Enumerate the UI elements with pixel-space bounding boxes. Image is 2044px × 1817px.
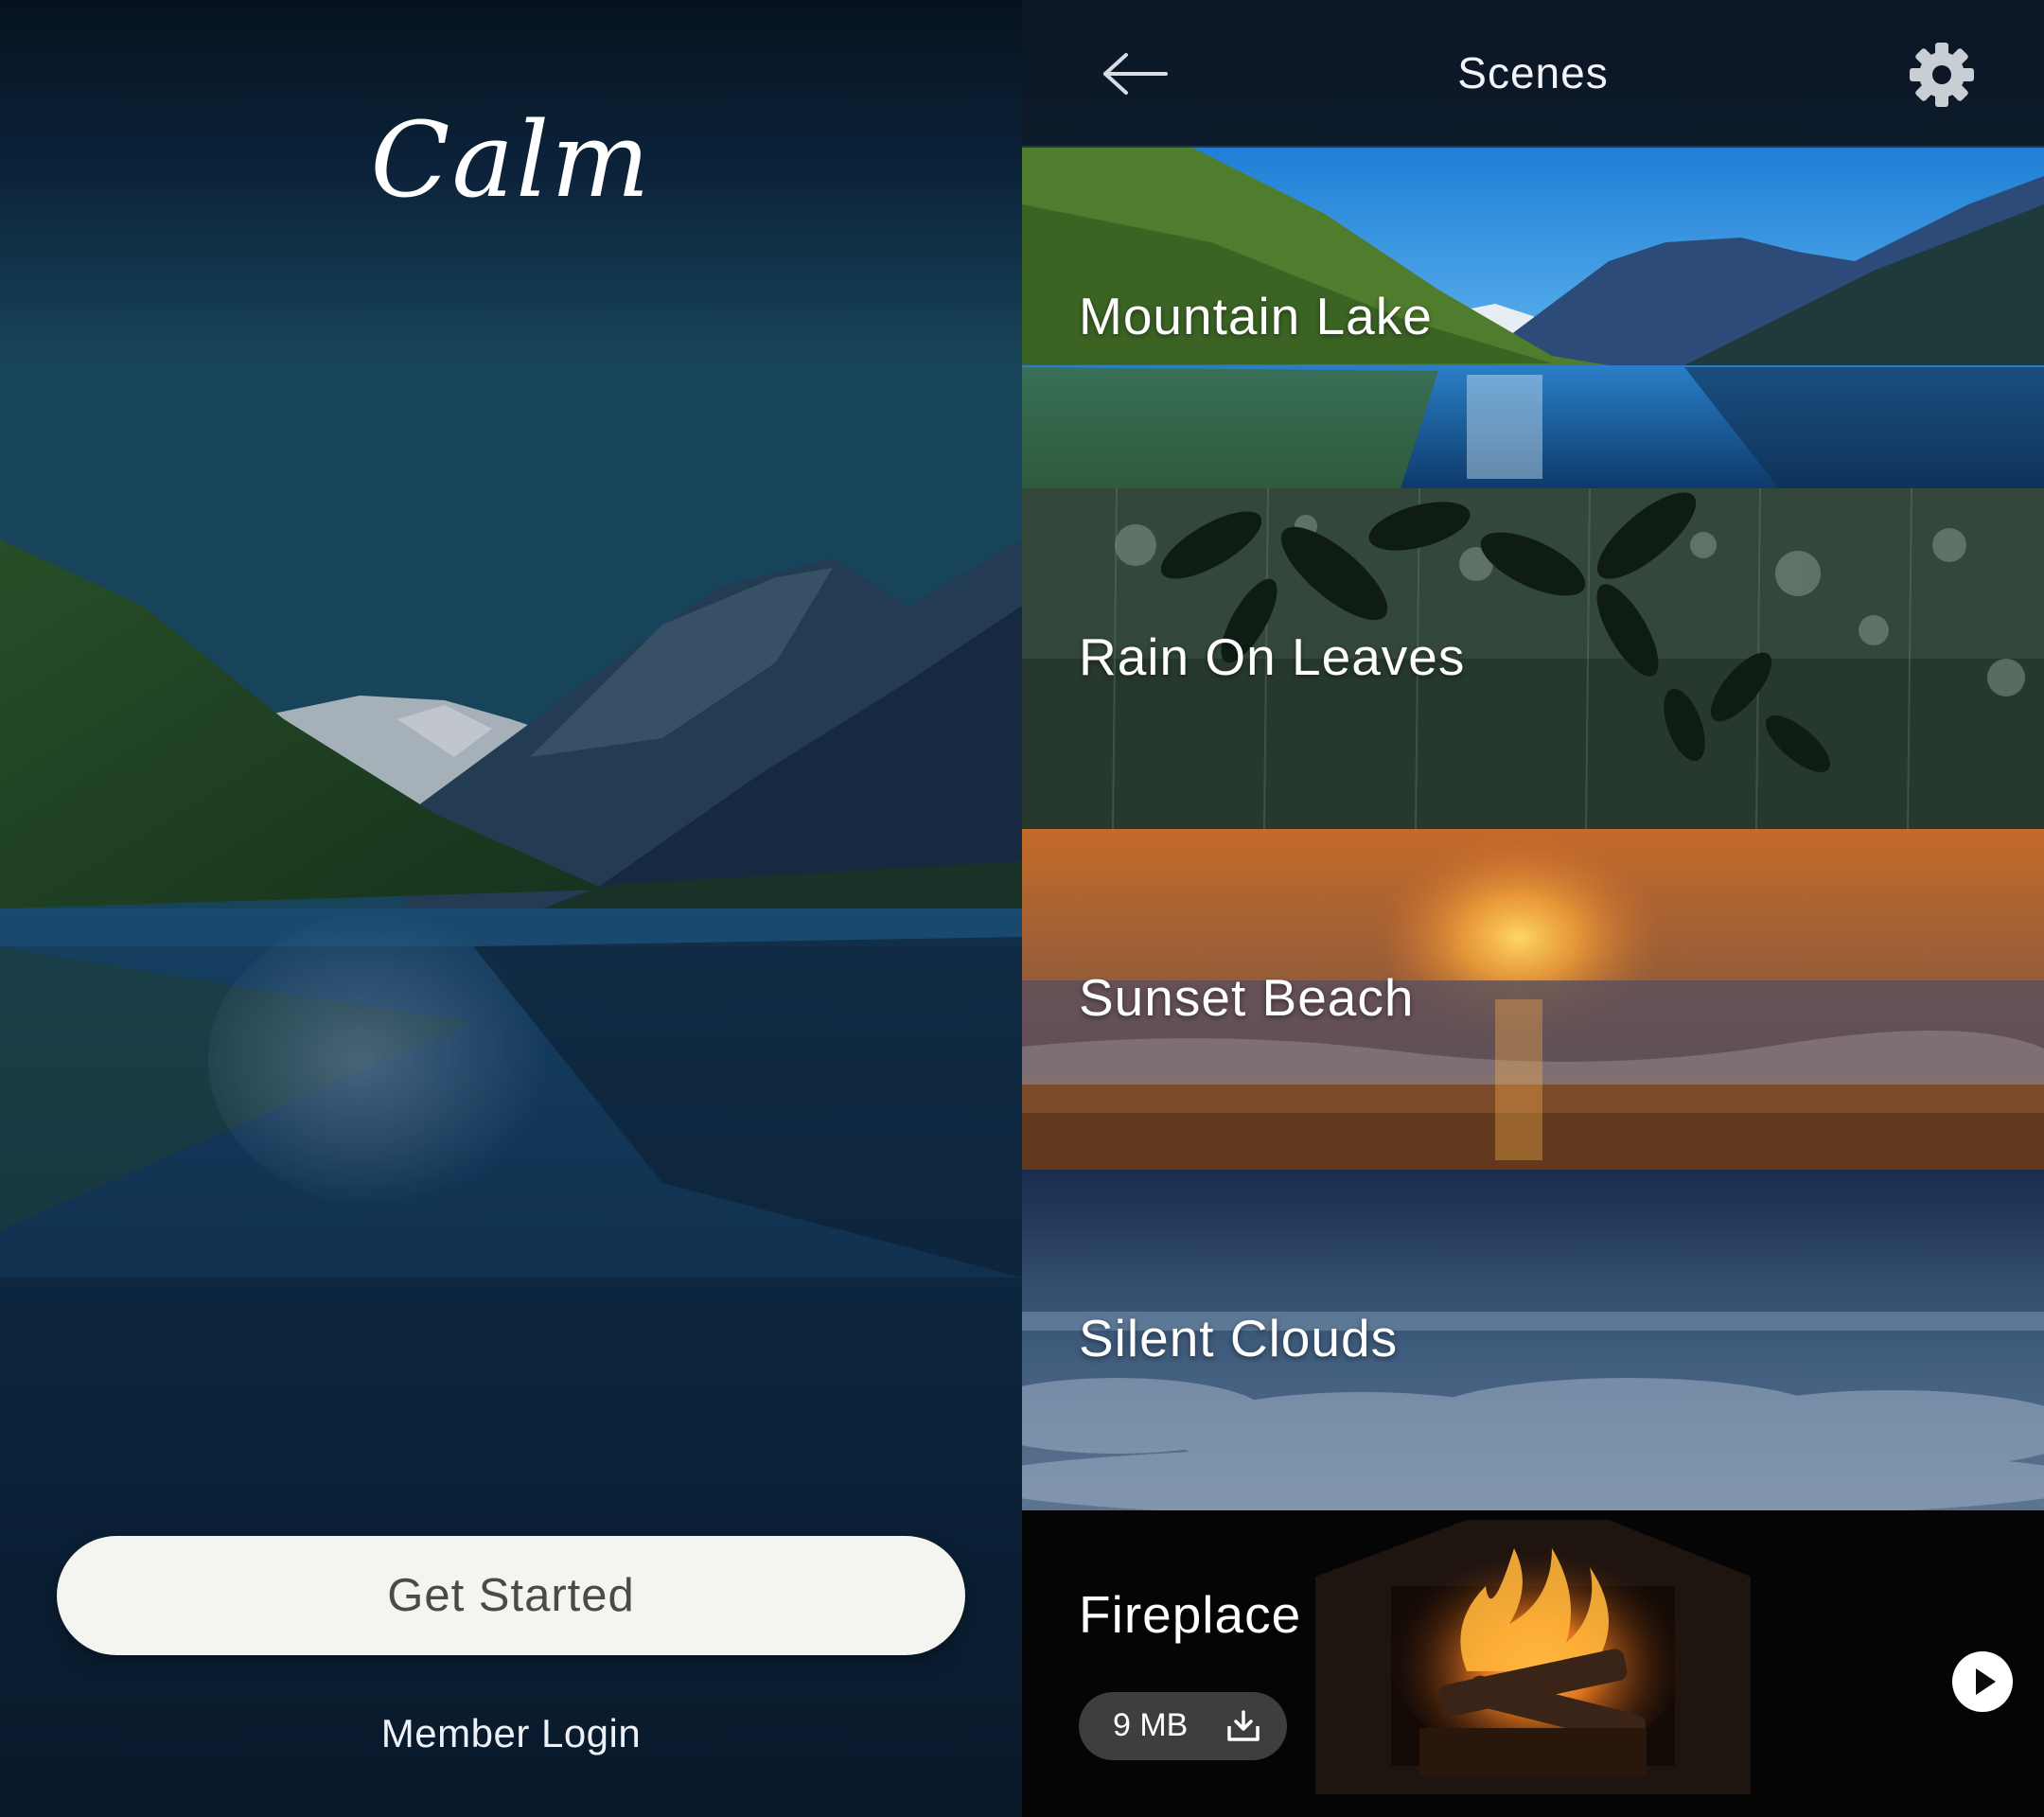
gear-icon[interactable]	[1907, 40, 1977, 110]
member-login-link[interactable]: Member Login	[0, 1711, 1022, 1756]
welcome-screen: Calm Get Started Member Login	[0, 0, 1022, 1817]
scene-card-silent-clouds[interactable]: Silent Clouds	[1022, 1170, 2044, 1510]
download-size-pill[interactable]: 9 MB	[1079, 1692, 1287, 1760]
scene-title: Fireplace	[1079, 1585, 1302, 1644]
scenes-header: Scenes	[1022, 0, 2044, 148]
scene-card-rain-on-leaves[interactable]: Rain On Leaves	[1022, 488, 2044, 829]
download-icon	[1227, 1710, 1260, 1741]
scene-title: Silent Clouds	[1079, 1309, 1399, 1367]
calm-logo: Calm	[370, 99, 652, 221]
scene-card-sunset-beach[interactable]: Sunset Beach	[1022, 829, 2044, 1170]
scene-title: Sunset Beach	[1079, 968, 1415, 1027]
scene-title: Mountain Lake	[1079, 287, 1433, 345]
scene-title: Rain On Leaves	[1079, 627, 1466, 686]
play-icon[interactable]	[1951, 1650, 2014, 1713]
page-title: Scenes	[1457, 48, 1609, 97]
scene-card-fireplace[interactable]: Fireplace 9 MB	[1022, 1510, 2044, 1817]
scenes-screen: Scenes Mountain Lake Rain On Leaves Suns…	[1022, 0, 2044, 1817]
scene-card-mountain-lake[interactable]: Mountain Lake	[1022, 148, 2044, 488]
fireplace-thumbnail	[1022, 1510, 2044, 1817]
get-started-button[interactable]: Get Started	[57, 1536, 965, 1655]
download-size: 9 MB	[1113, 1707, 1189, 1743]
